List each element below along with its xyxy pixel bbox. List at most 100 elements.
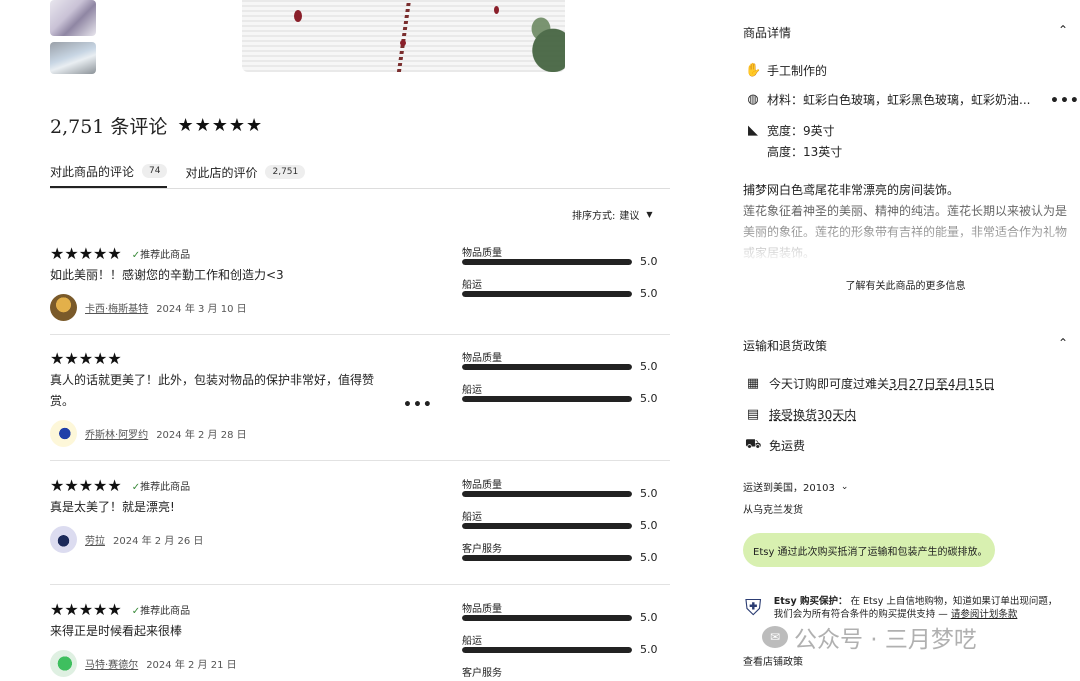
calendar-icon: ▦ [746, 376, 760, 391]
rating-label-shipping: 船运 [462, 385, 482, 396]
check-icon: ✓ [131, 606, 141, 617]
review-date: 2024 年 2 月 21 日 [146, 660, 237, 671]
reviewer-name-link[interactable]: 马特·赛德尔 [85, 656, 138, 671]
rating-value: 5.0 [640, 360, 658, 373]
tab-label: 对此店的评价 [185, 165, 258, 180]
detail-handmade: ✋ 手工制作的 [745, 63, 828, 78]
learn-more-link[interactable]: 了解有关此商品的更多信息 [743, 277, 1068, 292]
review-text: 真人的话就更美了！此外，包装对物品的保护非常好，值得赞赏。 [50, 373, 375, 408]
rating-value: 5.0 [640, 392, 658, 405]
chevron-down-icon: ⌄ [840, 481, 849, 492]
more-options-icon[interactable]: ••• [1050, 93, 1080, 109]
delivery-date-range[interactable]: 3月27日至4月15日 [889, 377, 995, 391]
review-date: 2024 年 2 月 26 日 [113, 536, 204, 547]
rating-breakdown: 物品质量 5.0 船运 5.0 客户服务 5.0 [462, 476, 670, 572]
rating-label-quality: 物品质量 [462, 353, 502, 364]
shop-policy-link[interactable]: 查看店铺政策 [743, 653, 803, 668]
tab-count-badge: 74 [142, 164, 168, 178]
sort-dropdown[interactable]: 排序方式: 建议 ▼ [572, 207, 653, 222]
reviewer-name-link[interactable]: 乔斯林·阿罗约 [85, 426, 148, 441]
detail-width: ◣ 宽度：9英寸 [745, 122, 835, 139]
rating-label-service: 客户服务 [462, 544, 502, 555]
rating-value: 5.0 [640, 611, 658, 624]
description-fade-overlay [743, 215, 1068, 260]
hand-icon: ✋ [745, 63, 762, 78]
review-stars: ★★★★★ [50, 600, 122, 619]
rating-value: 5.0 [640, 519, 658, 532]
sort-value: 建议 [619, 211, 640, 222]
rating-value: 5.0 [640, 487, 658, 500]
review-text: 真是太美了！就是漂亮! [50, 500, 175, 514]
review-stars: ★★★★★ [50, 244, 122, 263]
detail-height: 高度：13英寸 [767, 145, 843, 159]
reviews-star-rating: ★★★★★ [177, 115, 264, 136]
tab-item-reviews[interactable]: 对此商品的评论 74 [50, 156, 168, 188]
review-item: ★★★★★ ✓推荐此商品 真是太美了！就是漂亮! 劳拉 2024 年 2 月 2… [50, 476, 670, 585]
watermark: ✉ 公众号 · 三月梦呓 [762, 620, 977, 654]
materials-icon: ◍ [747, 92, 759, 107]
recommend-tag: ✓推荐此商品 [131, 250, 191, 261]
detail-materials: ◍ 材料：虹彩白色玻璃，虹彩黑色玻璃，虹彩奶油... [745, 91, 1030, 108]
rating-breakdown: 物品质量 5.0 船运 5.0 [462, 349, 670, 413]
review-stars: ★★★★★ [50, 349, 122, 368]
program-terms-link[interactable]: 请参阅计划条款 [951, 609, 1018, 620]
carbon-offset-banner: Etsy 通过此次购买抵消了运输和包装产生的碳排放。 [743, 533, 995, 567]
avatar [50, 420, 77, 447]
product-thumbnail-1[interactable] [50, 0, 96, 36]
rating-breakdown: 物品质量 5.0 船运 5.0 客户服务 [462, 600, 670, 681]
recommend-tag: ✓推荐此商品 [131, 606, 191, 617]
review-text: 来得正是时候看起来很棒 [50, 624, 183, 638]
more-options-icon[interactable]: ••• [403, 397, 433, 413]
ruler-icon: ◣ [748, 123, 758, 138]
receipt-icon: ▤ [746, 407, 760, 422]
rating-label-service: 客户服务 [462, 668, 502, 679]
sort-label: 排序方式: [572, 211, 616, 222]
truck-icon: ⛟ [745, 437, 762, 452]
free-shipping: ⛟ 免运费 [745, 437, 806, 453]
tab-label: 对此商品的评论 [50, 164, 135, 179]
review-date: 2024 年 2 月 28 日 [156, 430, 247, 441]
rating-value: 5.0 [640, 643, 658, 656]
shipping-section-title[interactable]: 运输和退货政策 [743, 337, 827, 354]
rating-value: 5.0 [640, 287, 658, 300]
review-stars: ★★★★★ [50, 476, 122, 495]
rating-value: 5.0 [640, 551, 658, 564]
recommend-tag: ✓推荐此商品 [131, 482, 191, 493]
review-text: 如此美丽！！感谢您的辛勤工作和创造力<3 [50, 268, 284, 282]
review-date: 2024 年 3 月 10 日 [156, 304, 247, 315]
avatar [50, 650, 77, 677]
delivery-estimate: ▦ 今天订购即可度过难关3月27日至4月15日 [746, 376, 995, 391]
returns-link[interactable]: 接受换货30天内 [769, 406, 856, 423]
tab-count-badge: 2,751 [265, 165, 306, 179]
caret-down-icon: ▼ [646, 210, 653, 219]
review-item: ★★★★★ ✓推荐此商品 来得正是时候看起来很棒 马特·赛德尔 2024 年 2… [50, 600, 670, 681]
reviewer-name-link[interactable]: 卡西·梅斯基特 [85, 300, 148, 315]
tab-shop-reviews[interactable]: 对此店的评价 2,751 [185, 156, 306, 188]
rating-label-shipping: 船运 [462, 636, 482, 647]
handshake-icon: ⛨ [745, 596, 762, 621]
ship-to-selector[interactable]: 运送到美国，20103 ⌄ [743, 479, 849, 495]
check-icon: ✓ [131, 482, 141, 493]
reviews-count: 2,751 条评论 [50, 116, 168, 138]
reviewer-name-link[interactable]: 劳拉 [85, 532, 105, 547]
check-icon: ✓ [131, 250, 141, 261]
product-main-image [242, 0, 565, 72]
rating-label-shipping: 船运 [462, 512, 482, 523]
chevron-up-icon[interactable]: ⌃ [1058, 23, 1068, 37]
review-item: ★★★★★ 真人的话就更美了！此外，包装对物品的保护非常好，值得赞赏。 乔斯林·… [50, 349, 670, 461]
rating-label-quality: 物品质量 [462, 604, 502, 615]
rating-label-quality: 物品质量 [462, 480, 502, 491]
review-tabs: 对此商品的评论 74 对此店的评价 2,751 [50, 156, 670, 189]
avatar [50, 294, 77, 321]
rating-label-shipping: 船运 [462, 280, 482, 291]
ships-from: 从乌克兰发货 [743, 505, 803, 516]
chevron-up-icon[interactable]: ⌃ [1058, 336, 1068, 350]
details-section-title[interactable]: 商品详情 [743, 24, 791, 41]
reviews-header: 2,751 条评论 ★★★★★ [50, 112, 263, 139]
product-thumbnail-2[interactable] [50, 42, 96, 74]
purchase-protection: ⛨ Etsy 购买保护： 在 Etsy 上自信地购物，知道如果订单出现问题，我们… [745, 596, 1058, 621]
review-item: ★★★★★ ✓推荐此商品 如此美丽！！感谢您的辛勤工作和创造力<3 卡西·梅斯基… [50, 244, 670, 335]
returns-policy: ▤ 接受换货30天内 [745, 406, 856, 423]
wechat-icon: ✉ [762, 626, 788, 648]
rating-value: 5.0 [640, 255, 658, 268]
